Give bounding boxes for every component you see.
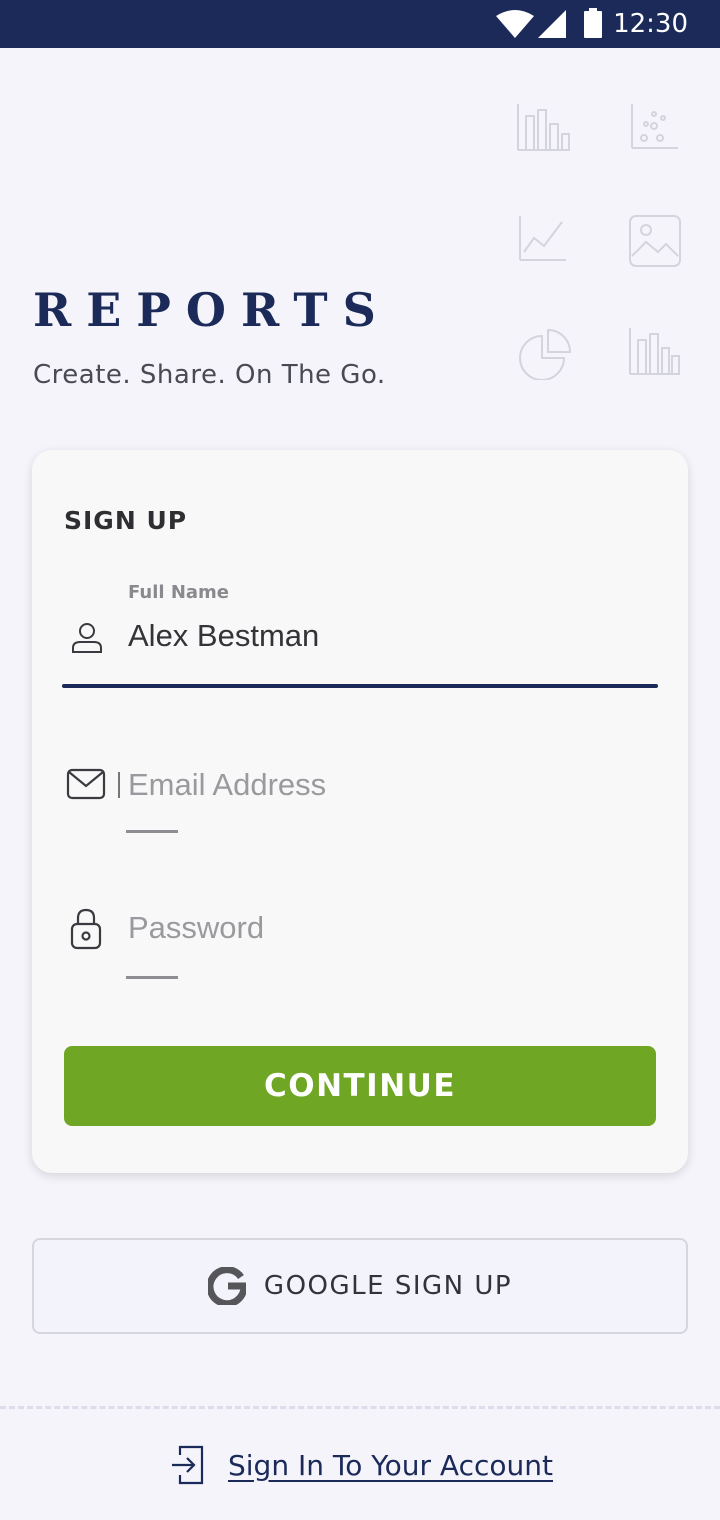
pie-chart-icon bbox=[519, 328, 572, 380]
card-title: SIGN UP bbox=[64, 506, 188, 535]
brand-title: REPORTS bbox=[33, 283, 391, 337]
google-signup-button[interactable]: GOOGLE SIGN UP bbox=[32, 1238, 688, 1334]
sign-in-label: Sign In To Your Account bbox=[228, 1448, 553, 1482]
lock-icon bbox=[70, 908, 102, 950]
google-icon bbox=[207, 1267, 246, 1305]
battery-icon bbox=[584, 8, 602, 38]
signup-card: SIGN UP Full Name CONTINUE bbox=[32, 450, 688, 1173]
email-input[interactable] bbox=[128, 763, 648, 807]
google-signup-label: GOOGLE SIGN UP bbox=[263, 1271, 513, 1301]
status-bar: 12:30 bbox=[0, 0, 720, 48]
user-icon bbox=[72, 623, 102, 653]
scatter-chart-icon bbox=[631, 104, 678, 149]
status-time: 12:30 bbox=[613, 9, 688, 39]
divider bbox=[0, 1406, 720, 1409]
mail-icon bbox=[66, 768, 106, 800]
image-icon bbox=[629, 215, 681, 267]
line-chart-icon bbox=[519, 216, 566, 261]
bar-chart-icon bbox=[517, 104, 570, 151]
full-name-underline bbox=[62, 684, 658, 688]
password-underline bbox=[126, 976, 178, 979]
sign-in-icon bbox=[172, 1445, 204, 1485]
text-cursor bbox=[118, 772, 120, 798]
full-name-input[interactable] bbox=[128, 614, 648, 658]
bar-chart-icon bbox=[629, 328, 680, 375]
brand-tagline: Create. Share. On The Go. bbox=[33, 360, 386, 390]
continue-button[interactable]: CONTINUE bbox=[64, 1046, 656, 1126]
sign-in-link[interactable]: Sign In To Your Account bbox=[170, 1440, 553, 1490]
signal-icon bbox=[538, 10, 566, 38]
password-input[interactable] bbox=[128, 906, 648, 950]
full-name-label: Full Name bbox=[128, 582, 229, 603]
wifi-icon bbox=[496, 10, 534, 38]
email-underline bbox=[126, 830, 178, 833]
